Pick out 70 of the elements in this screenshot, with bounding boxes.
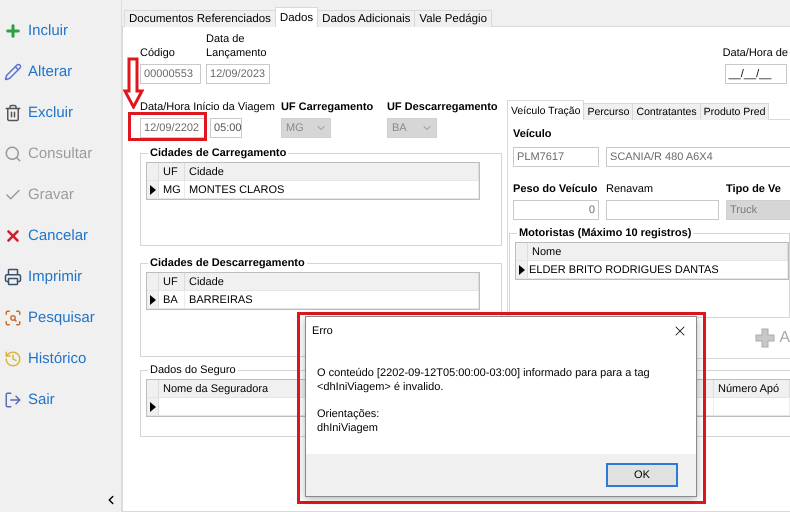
printer-icon (4, 268, 22, 286)
row-pointer-icon (150, 184, 156, 194)
plus-icon (4, 22, 22, 40)
row-indicator[interactable] (147, 398, 159, 415)
tab[interactable]: Veículo Tração (507, 100, 584, 120)
sidebar-item[interactable]: Sair (0, 379, 121, 420)
sidebar-item[interactable]: Cancelar (0, 215, 121, 256)
dialog-message: Orientações: dhIniViagem (317, 407, 380, 435)
field-label: Tipo de Ve (726, 182, 781, 196)
group-title: Cidades de Carregamento (149, 146, 288, 160)
date-field[interactable]: 12/09/2023 (206, 64, 270, 84)
table-cell: ELDER BRITO RODRIGUES DANTAS (528, 261, 788, 278)
column-header: Nome (528, 243, 788, 260)
trash-icon (4, 104, 22, 122)
group-title: Cidades de Descarregamento (149, 256, 306, 270)
field-label: UF Descarregamento (386, 100, 498, 114)
tab[interactable]: Contratantes (632, 103, 701, 120)
row-indicator[interactable] (147, 181, 159, 198)
field-label: Veículo (513, 127, 553, 141)
row-indicator[interactable] (516, 261, 528, 278)
tab[interactable]: Produto Pred (700, 103, 770, 120)
ok-button[interactable]: OK (606, 463, 678, 487)
sidebar-item[interactable]: Excluir (0, 92, 121, 133)
table-cell: BA (159, 291, 185, 308)
column-header: Cidade (185, 163, 479, 180)
date-field[interactable]: __/__/__ (724, 64, 787, 84)
sidebar-item[interactable]: Imprimir (0, 256, 121, 297)
row-pointer-icon (150, 402, 156, 412)
sidebar-item[interactable]: Pesquisar (0, 297, 121, 338)
date-field[interactable]: 12/09/2202 (140, 118, 207, 138)
field-label: UF Carregamento (280, 100, 374, 114)
model-field[interactable]: SCANIA/R 480 A6X4 (606, 147, 790, 167)
row-pointer-icon (518, 264, 524, 274)
field-label: Data de Lançamento (206, 32, 268, 60)
grid-search-icon (4, 308, 22, 326)
column-header: UF (159, 163, 185, 180)
tab[interactable]: Percurso (583, 103, 634, 120)
field-label: Data/Hora de (722, 46, 788, 60)
row-indicator[interactable] (147, 291, 159, 308)
field-label: Data/Hora Início da Viagem (140, 100, 275, 114)
tab[interactable]: Dados (274, 7, 318, 27)
tab[interactable]: Documentos Referenciados (124, 10, 276, 27)
group-title: Motoristas (Máximo 10 registros) (518, 226, 692, 240)
group-title: Dados do Seguro (149, 363, 237, 377)
time-field[interactable]: 05:00 (210, 118, 242, 138)
dialog-title: Erro (312, 324, 333, 336)
table-cell: MONTES CLAROS (185, 181, 479, 198)
sidebar-item[interactable]: Alterar (0, 51, 121, 92)
tab[interactable]: Vale Pedágio (414, 10, 492, 27)
field-label: Peso do Veículo (513, 182, 598, 196)
sidebar-item[interactable]: Incluir (0, 10, 121, 51)
column-header: Número Apó (714, 380, 790, 397)
column-header: UF (159, 273, 185, 290)
history-icon (4, 350, 22, 368)
door-exit-icon (4, 390, 22, 408)
search-icon (4, 144, 22, 162)
table-cell: BARREIRAS (185, 291, 479, 308)
row-pointer-icon (150, 294, 156, 304)
input-field[interactable]: 00000553 (140, 64, 201, 84)
plus-icon (755, 328, 776, 348)
field-label: Código (140, 46, 175, 60)
input-field[interactable] (606, 200, 719, 220)
column-header: Cidade (185, 273, 479, 290)
pencil-icon (4, 62, 22, 80)
sidebar-item[interactable]: Histórico (0, 338, 121, 379)
field-label: Renavam (606, 182, 654, 196)
weight-field[interactable]: 0 (513, 200, 599, 220)
table-cell: MG (159, 181, 185, 198)
plate-field[interactable]: PLM7617 (513, 147, 599, 167)
tab[interactable]: Dados Adicionais (317, 10, 416, 27)
